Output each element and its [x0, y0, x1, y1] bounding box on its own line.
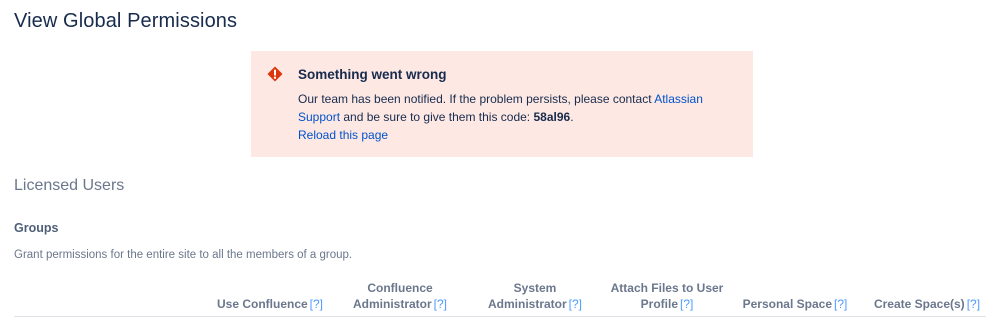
help-link-attach-files[interactable]: [?] [680, 297, 693, 311]
error-panel: Something went wrong Our team has been n… [251, 51, 753, 157]
column-header-line2: Personal Space [742, 297, 833, 311]
help-link-personal-space[interactable]: [?] [834, 297, 847, 311]
column-header-attach-files-to-user-profile: Attach Files to User Profile [?] [602, 280, 732, 312]
error-message: Our team has been notified. If the probl… [298, 90, 743, 126]
error-message-middle: and be sure to give them this code: [340, 110, 534, 124]
column-header-line2: Use Confluence [216, 297, 308, 311]
column-header-use-confluence: Use Confluence [?] [205, 280, 335, 312]
table-header-divider [14, 316, 986, 317]
column-header-line2: Profile [640, 297, 678, 311]
help-link-system-administrator[interactable]: [?] [569, 297, 582, 311]
column-header-line1: Attach Files to User [610, 281, 724, 295]
column-header-line1 [205, 280, 335, 296]
column-header-system-administrator: System Administrator [?] [470, 280, 600, 312]
help-link-confluence-administrator[interactable]: [?] [434, 297, 447, 311]
column-header-line2: Create Space(s) [873, 297, 965, 311]
error-diamond-icon [267, 66, 283, 82]
column-header-create-spaces: Create Space(s) [?] [858, 280, 996, 312]
column-header-confluence-administrator: Confluence Administrator [?] [335, 280, 465, 312]
error-message-prefix: Our team has been notified. If the probl… [298, 92, 655, 106]
column-header-line1 [858, 280, 996, 296]
column-header-personal-space: Personal Space [?] [730, 280, 860, 312]
reload-page-link[interactable]: Reload this page [298, 128, 388, 142]
help-link-create-spaces[interactable]: [?] [967, 297, 980, 311]
column-header-line2: Administrator [487, 297, 567, 311]
page-title: View Global Permissions [14, 10, 238, 32]
licensed-users-heading: Licensed Users [14, 177, 125, 194]
column-header-line1 [730, 280, 860, 296]
column-header-line2: Administrator [352, 297, 432, 311]
help-link-use-confluence[interactable]: [?] [310, 297, 323, 311]
column-header-line1: Confluence [367, 281, 433, 295]
error-title: Something went wrong [298, 67, 447, 82]
error-code: 58al96 [533, 110, 571, 124]
error-message-suffix: . [570, 110, 574, 124]
groups-description: Grant permissions for the entire site to… [14, 249, 353, 261]
column-header-line1: System [513, 281, 557, 295]
groups-heading: Groups [14, 221, 59, 235]
